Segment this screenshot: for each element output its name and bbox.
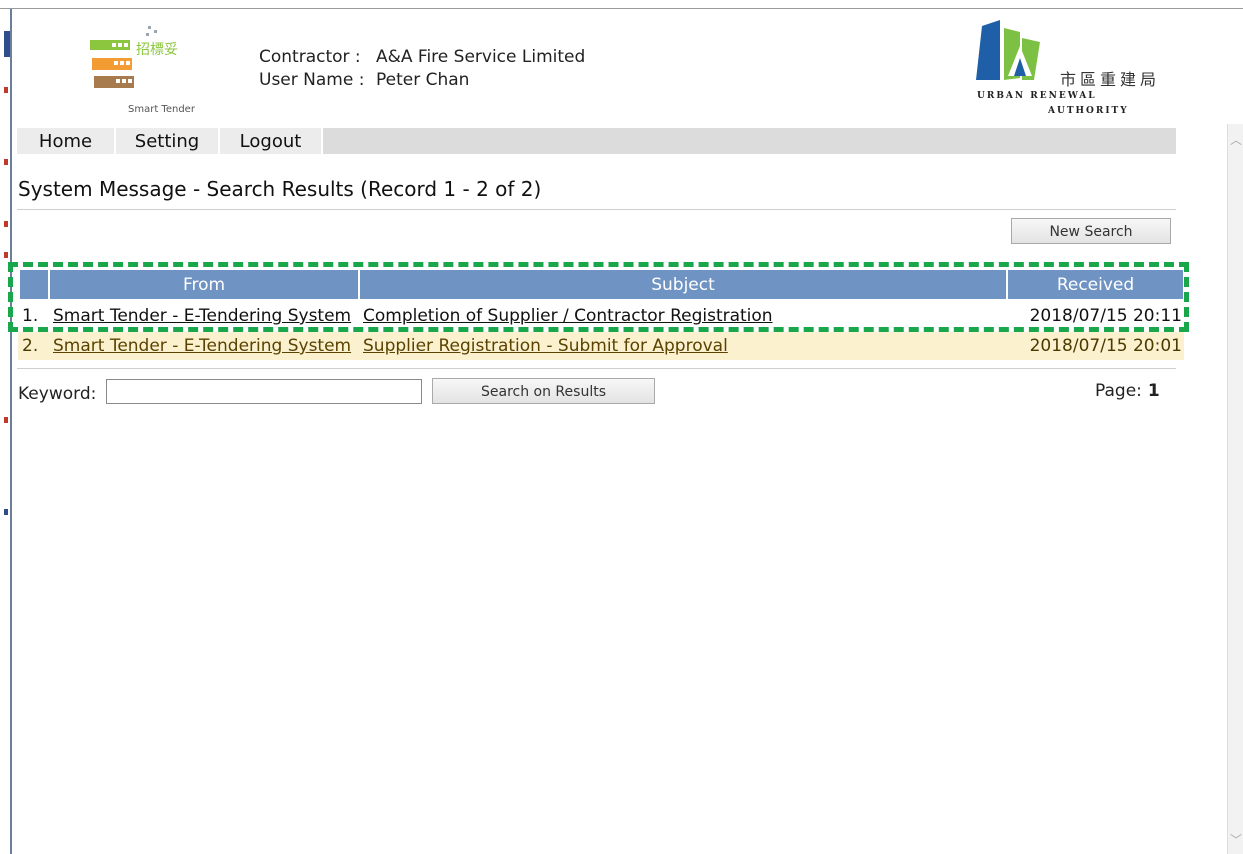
keyword-label: Keyword: xyxy=(18,384,97,404)
smart-tender-logo: 招標妥 Smart Tender xyxy=(86,24,196,119)
row-number: 2. xyxy=(22,336,39,356)
window-top-border xyxy=(0,8,1243,9)
keyword-input[interactable] xyxy=(106,379,422,404)
scroll-down-icon[interactable]: ﹀ xyxy=(1230,834,1242,846)
table-row: 1. Smart Tender - E-Tendering System Com… xyxy=(18,302,1184,330)
contractor-label: Contractor : xyxy=(259,47,361,67)
table-header-number xyxy=(20,270,48,299)
contractor-value: A&A Fire Service Limited xyxy=(376,47,586,67)
window-left-border xyxy=(10,9,12,854)
message-received-date: 2018/07/15 20:11 xyxy=(1029,306,1182,326)
ura-english-line1: URBAN RENEWAL xyxy=(977,91,1097,101)
contractor-info: Contractor : A&A Fire Service Limited xyxy=(259,47,585,67)
message-from-link[interactable]: Smart Tender - E-Tendering System xyxy=(53,332,356,360)
results-divider xyxy=(17,368,1176,369)
ura-chinese-name: 市區重建局 xyxy=(1060,70,1161,89)
page-title: System Message - Search Results (Record … xyxy=(18,177,542,201)
row-number: 1. xyxy=(22,306,39,326)
message-subject-link[interactable]: Completion of Supplier / Contractor Regi… xyxy=(363,302,1003,330)
message-from-link[interactable]: Smart Tender - E-Tendering System xyxy=(53,302,356,330)
edge-mark xyxy=(4,417,8,423)
ura-logo-icon xyxy=(976,20,1040,80)
left-edge-strip xyxy=(0,9,10,854)
smart-tender-logo-icon: 招標妥 Smart Tender xyxy=(90,26,196,115)
menu-logout[interactable]: Logout xyxy=(220,128,323,154)
main-menu-bar: Home Setting Logout xyxy=(17,128,1176,154)
vertical-scrollbar[interactable]: ︿ ﹀ xyxy=(1227,124,1243,854)
username-value: Peter Chan xyxy=(376,70,470,90)
ura-english-line2: AUTHORITY xyxy=(1048,106,1129,116)
table-header-received[interactable]: Received xyxy=(1008,270,1183,299)
username-info: User Name : Peter Chan xyxy=(259,70,469,90)
search-on-results-button[interactable]: Search on Results xyxy=(432,378,655,404)
table-header-from[interactable]: From xyxy=(50,270,358,299)
scroll-up-icon[interactable]: ︿ xyxy=(1230,134,1242,146)
menu-setting[interactable]: Setting xyxy=(116,128,220,154)
edge-mark xyxy=(4,159,8,165)
svg-text:招標妥: 招標妥 xyxy=(136,42,178,58)
edge-mark xyxy=(4,221,8,227)
message-subject-link[interactable]: Supplier Registration - Submit for Appro… xyxy=(363,332,1003,360)
username-label: User Name : xyxy=(259,70,365,90)
page-number: 1 xyxy=(1147,381,1160,401)
edge-mark xyxy=(4,509,8,515)
svg-text:Smart Tender: Smart Tender xyxy=(128,104,196,115)
message-received-date: 2018/07/15 20:01 xyxy=(1029,336,1182,356)
edge-mark xyxy=(4,252,8,258)
new-search-button[interactable]: New Search xyxy=(1011,218,1171,244)
table-row: 2. Smart Tender - E-Tendering System Sup… xyxy=(18,332,1184,360)
edge-mark xyxy=(4,87,8,93)
title-divider xyxy=(17,209,1176,210)
page-label: Page: xyxy=(1095,381,1142,401)
table-header-subject[interactable]: Subject xyxy=(360,270,1006,299)
menu-home[interactable]: Home xyxy=(17,128,116,154)
pagination: Page: 1 xyxy=(1095,381,1160,401)
